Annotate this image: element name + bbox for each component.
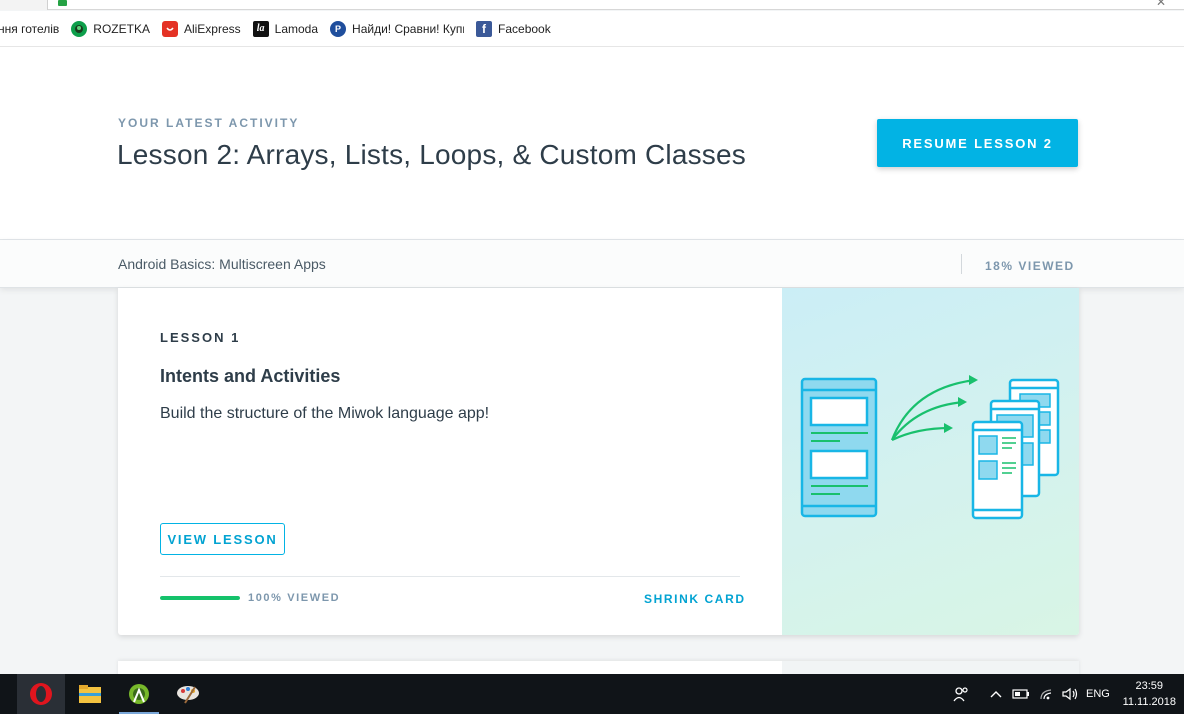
android-studio-icon xyxy=(129,684,149,704)
divider xyxy=(961,254,962,274)
course-name[interactable]: Android Basics: Multiscreen Apps xyxy=(118,256,326,272)
aliexpress-icon xyxy=(161,20,178,37)
resume-lesson-button[interactable]: RESUME LESSON 2 xyxy=(877,119,1078,167)
activity-kicker: YOUR LATEST ACTIVITY xyxy=(118,116,300,130)
facebook-icon: f xyxy=(476,20,493,37)
arrows-icon xyxy=(890,375,978,441)
screens-illustration xyxy=(800,375,1060,520)
latest-activity-header: YOUR LATEST ACTIVITY Lesson 2: Arrays, L… xyxy=(0,47,1184,240)
taskbar-file-explorer[interactable] xyxy=(66,674,114,714)
bookmark-label: Lamoda xyxy=(274,21,319,36)
shrink-card-link[interactable]: SHRINK CARD xyxy=(644,592,746,606)
bookmark-rozetka[interactable]: ROZETKA xyxy=(71,20,150,37)
browser-tab-edge[interactable] xyxy=(0,0,48,10)
lesson-card-body: LESSON 1 Intents and Activities Build th… xyxy=(118,288,782,635)
browser-address-bar[interactable]: ✕ xyxy=(0,0,1184,10)
bookmark-hotels[interactable]: ння готелів xyxy=(0,22,59,36)
page-title: Lesson 2: Arrays, Lists, Loops, & Custom… xyxy=(117,139,746,170)
bookmark-label: ння готелів xyxy=(0,21,60,36)
taskbar-opera[interactable] xyxy=(17,674,65,714)
rozetka-icon xyxy=(71,20,88,37)
taskbar-paint[interactable] xyxy=(164,674,212,714)
lesson-card: LESSON 1 Intents and Activities Build th… xyxy=(118,288,1079,635)
clock-date: 11.11.2018 xyxy=(1122,696,1176,708)
volume-icon[interactable] xyxy=(1061,674,1079,714)
bookmark-label: AliExpress xyxy=(183,21,241,36)
secure-lock-icon xyxy=(58,0,67,6)
lesson-progress-bar xyxy=(160,596,240,600)
lesson-progress-fill xyxy=(160,596,240,600)
close-icon[interactable]: ✕ xyxy=(1156,0,1166,9)
card-divider xyxy=(160,576,740,577)
course-bar: Android Basics: Multiscreen Apps 18% VIE… xyxy=(0,240,1184,288)
taskbar-android-studio[interactable] xyxy=(115,674,163,714)
price-compare-icon: P xyxy=(330,20,347,37)
people-icon[interactable] xyxy=(953,674,969,714)
file-explorer-icon xyxy=(79,685,101,703)
bookmark-aliexpress[interactable]: AliExpress xyxy=(161,20,241,37)
bookmark-label: Facebook xyxy=(498,21,551,36)
clock-time: 23:59 xyxy=(1135,680,1164,692)
battery-icon[interactable] xyxy=(1012,674,1030,714)
bookmark-label: ROZETKA xyxy=(93,21,150,36)
language-indicator[interactable]: ENG xyxy=(1086,674,1110,714)
taskbar: ENG 23:59 11.11.2018 xyxy=(0,674,1184,714)
bookmarks-bar: ння готелів ROZETKA AliExpress la Lamoda… xyxy=(0,11,1184,47)
bookmark-price-compare[interactable]: P Найди! Сравни! Купи xyxy=(330,20,465,37)
bookmark-label: Найди! Сравни! Купи xyxy=(352,21,465,36)
bookmark-facebook[interactable]: f Facebook xyxy=(476,20,551,37)
lesson-illustration xyxy=(782,288,1079,635)
wifi-icon[interactable] xyxy=(1039,674,1055,714)
lesson-progress-label: 100% VIEWED xyxy=(248,592,341,604)
clock[interactable]: 23:59 11.11.2018 xyxy=(1123,678,1176,710)
lesson-title: Intents and Activities xyxy=(160,366,341,386)
view-lesson-button[interactable]: VIEW LESSON xyxy=(160,523,285,555)
lamoda-icon: la xyxy=(252,20,269,37)
phone-stack-icon xyxy=(971,378,1060,520)
lesson-number: LESSON 1 xyxy=(160,330,241,345)
course-progress-label: 18% VIEWED xyxy=(985,259,1075,273)
phone-main-icon xyxy=(800,377,878,518)
chevron-up-icon[interactable] xyxy=(989,674,1003,714)
lesson-description: Build the structure of the Miwok languag… xyxy=(160,405,490,422)
paint-icon xyxy=(177,686,199,704)
bookmark-lamoda[interactable]: la Lamoda xyxy=(252,20,319,37)
opera-icon xyxy=(30,683,52,705)
